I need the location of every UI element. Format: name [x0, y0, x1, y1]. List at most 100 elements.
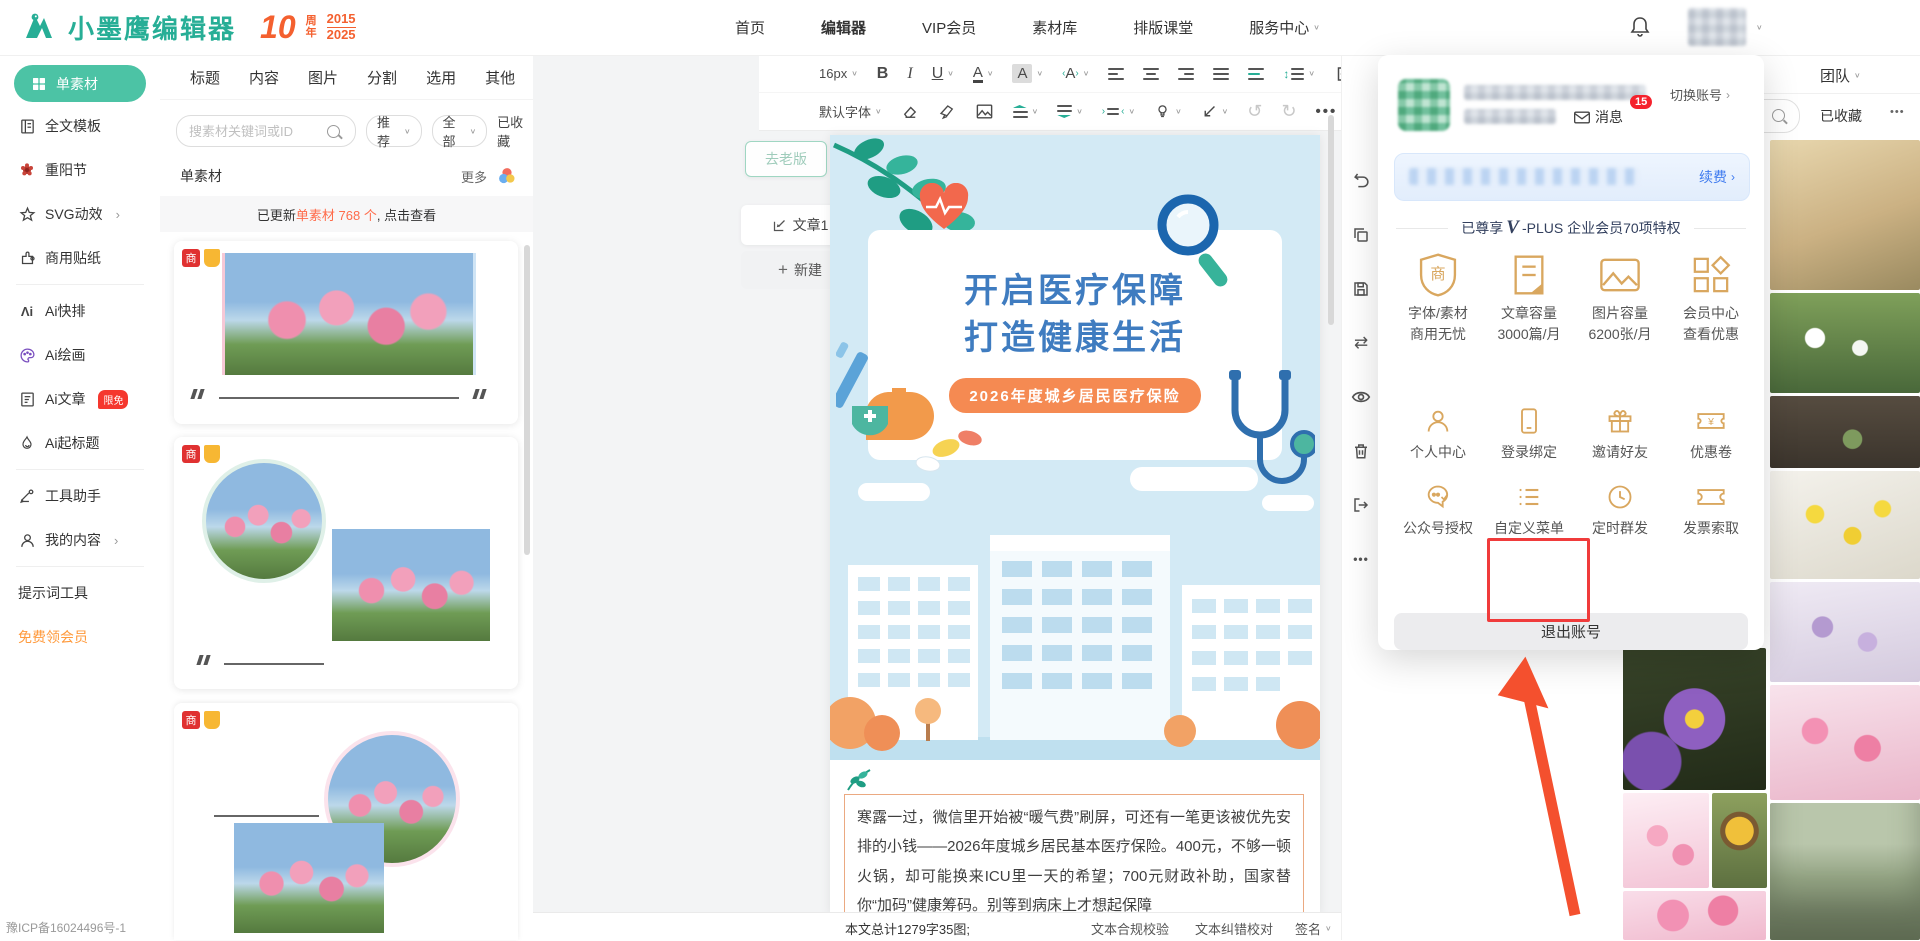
material-search-box[interactable] [176, 115, 356, 147]
sidebar-item-tool-assistant[interactable]: 工具助手 [0, 474, 160, 518]
cherry-blossom-photo[interactable] [1770, 685, 1920, 800]
theme-bulb-icon[interactable]: ∨ [1154, 103, 1182, 120]
tab-selected[interactable]: 选用 [426, 67, 456, 88]
sidebar-item-commercial-stickers[interactable]: 商用贴纸 [0, 236, 160, 280]
document-canvas[interactable]: 开启医疗保障 打造健康生活 2026年度城乡居民医疗保险 [830, 135, 1320, 915]
more-link[interactable]: 更多 [461, 167, 487, 186]
action-coupons[interactable]: ¥ 优惠卷 [1665, 407, 1757, 462]
update-notice-bar[interactable]: 已更新 单素材 768 个 , 点击查看 [160, 196, 533, 232]
benefit-article-quota[interactable]: 文章容量3000篇/月 [1483, 253, 1575, 345]
preview-eye-icon[interactable] [1349, 385, 1373, 409]
sidebar-item-svg-effects[interactable]: SVG动效 › [0, 192, 160, 236]
action-invite-friends[interactable]: 邀请好友 [1574, 407, 1666, 462]
switch-account-link[interactable]: 切换账号› [1670, 85, 1730, 104]
filter-all-select[interactable]: 全部∨ [432, 115, 488, 147]
letter-spacing-button[interactable]: ‹A›∨ [1062, 65, 1089, 82]
indent-icon[interactable] [1248, 68, 1264, 80]
legacy-version-button[interactable]: 去老版 [745, 141, 827, 177]
align-right-icon[interactable] [1178, 68, 1194, 80]
sidebar-item-ai-article[interactable]: Ai文章 限免 [0, 377, 160, 421]
compliance-check-link[interactable]: 文本合规校验 [1091, 919, 1169, 938]
more-rail-icon[interactable]: ••• [1349, 547, 1373, 571]
primrose-flower-photo[interactable] [1623, 648, 1766, 790]
search-icon[interactable] [1772, 109, 1785, 122]
copy-icon[interactable] [1349, 223, 1373, 247]
save-icon[interactable] [1349, 277, 1373, 301]
poster-paragraph[interactable]: 寒露一过，微信里开始被“暖气费”刷屏，可还有一笔更该被优先安排的小钱——2026… [857, 803, 1291, 914]
nav-home[interactable]: 首页 [735, 17, 765, 38]
library-favorited-link[interactable]: 已收藏 [1820, 106, 1862, 126]
nav-service-center[interactable]: 服务中心∨ [1249, 17, 1320, 38]
signature-link[interactable]: 签名∨ [1295, 919, 1332, 938]
tab-team[interactable]: 团队∨ [1820, 65, 1861, 86]
sidebar-item-full-template[interactable]: 全文模板 [0, 104, 160, 148]
action-custom-menu[interactable]: 自定义菜单 [1483, 483, 1575, 538]
messages-link[interactable]: 消息 [1574, 107, 1623, 127]
materials-scrollbar[interactable] [524, 245, 530, 555]
benefit-member-center[interactable]: 会员中心查看优惠 [1665, 253, 1757, 345]
lilac-branch-photo[interactable] [1770, 582, 1920, 682]
action-personal-center[interactable]: 个人中心 [1392, 407, 1484, 462]
align-justify-icon[interactable] [1213, 68, 1229, 80]
italic-button[interactable]: I [907, 65, 912, 83]
nav-editor[interactable]: 编辑器 [821, 17, 866, 38]
header-avatar[interactable]: ∨ [1688, 8, 1763, 46]
export-icon[interactable] [1349, 493, 1373, 517]
line-height-button[interactable]: ↕∨ [1283, 67, 1315, 81]
font-size-select[interactable]: 16px∨ [819, 66, 858, 81]
membership-bar[interactable]: 续费› [1394, 153, 1750, 201]
transfer-icon[interactable]: ⇄ [1349, 331, 1373, 355]
margin-icon[interactable]: ›‹∨ [1102, 106, 1135, 117]
yellow-jasmine-photo[interactable] [1770, 471, 1920, 579]
sidebar-item-ai-quick-layout[interactable]: Λi Ai快排 [0, 289, 160, 333]
sprout-photo[interactable] [1770, 396, 1920, 468]
favorited-filter[interactable]: 已收藏 [497, 112, 533, 150]
space-below-icon[interactable]: ∨ [1057, 105, 1083, 118]
space-above-icon[interactable]: ∨ [1013, 105, 1039, 118]
resize-icon[interactable]: ∨ [1201, 103, 1229, 120]
canvas-scrollbar[interactable] [1328, 115, 1334, 325]
sidebar-item-prompt-tools[interactable]: 提示词工具 [0, 571, 160, 615]
user-avatar[interactable] [1398, 79, 1450, 131]
renew-link[interactable]: 续费› [1699, 167, 1735, 187]
redo-icon[interactable]: ↻ [1281, 101, 1296, 122]
color-circles-icon[interactable] [497, 166, 517, 186]
material-card-circle-template[interactable]: 商 [174, 437, 518, 689]
tab-title[interactable]: 标题 [190, 67, 220, 88]
tab-image[interactable]: 图片 [308, 67, 338, 88]
pink-flowers-photo[interactable] [1623, 891, 1766, 940]
sidebar-item-free-membership[interactable]: 免费领会员 [0, 615, 160, 659]
benefit-image-quota[interactable]: 图片容量6200张/月 [1574, 253, 1666, 345]
align-center-icon[interactable] [1143, 68, 1159, 80]
font-color-button[interactable]: A∨ [973, 65, 994, 83]
highlight-color-button[interactable]: A∨ [1012, 64, 1043, 83]
sidebar-item-chongyang[interactable]: 重阳节 [0, 148, 160, 192]
sidebar-item-ai-painting[interactable]: Ai绘画 [0, 333, 160, 377]
pink-blossom-photo[interactable] [1623, 793, 1709, 888]
revert-icon[interactable] [1349, 167, 1373, 191]
sidebar-item-my-content[interactable]: 我的内容 › [0, 518, 160, 562]
insert-image-icon[interactable] [975, 102, 994, 121]
sunflower-photo[interactable] [1712, 793, 1767, 888]
action-invoice-request[interactable]: 发票索取 [1665, 483, 1757, 538]
underline-button[interactable]: U∨ [932, 65, 954, 83]
notification-bell-icon[interactable] [1628, 14, 1652, 43]
eraser-icon[interactable] [901, 103, 919, 121]
autumn-grass-photo[interactable] [1770, 140, 1920, 290]
nav-vip[interactable]: VIP会员 [922, 17, 976, 38]
material-card-circle-template-2[interactable]: 商 [174, 703, 518, 940]
sidebar-item-single-material[interactable]: 单素材 [14, 65, 146, 102]
action-official-account-auth[interactable]: 公众号授权 [1392, 483, 1484, 538]
tab-other[interactable]: 其他 [485, 67, 515, 88]
action-scheduled-posting[interactable]: 定时群发 [1574, 483, 1666, 538]
font-family-select[interactable]: 默认字体∨ [819, 102, 882, 121]
sidebar-item-ai-title[interactable]: Ai起标题 [0, 421, 160, 465]
align-left-icon[interactable] [1108, 68, 1124, 80]
tab-content[interactable]: 内容 [249, 67, 279, 88]
garden-arch-photo[interactable] [1770, 803, 1920, 940]
bold-button[interactable]: B [877, 65, 889, 83]
filter-recommend-select[interactable]: 推荐∨ [366, 115, 422, 147]
nav-layout-class[interactable]: 排版课堂 [1133, 17, 1193, 38]
undo-icon[interactable]: ↺ [1247, 101, 1262, 122]
nav-material-library[interactable]: 素材库 [1032, 17, 1077, 38]
